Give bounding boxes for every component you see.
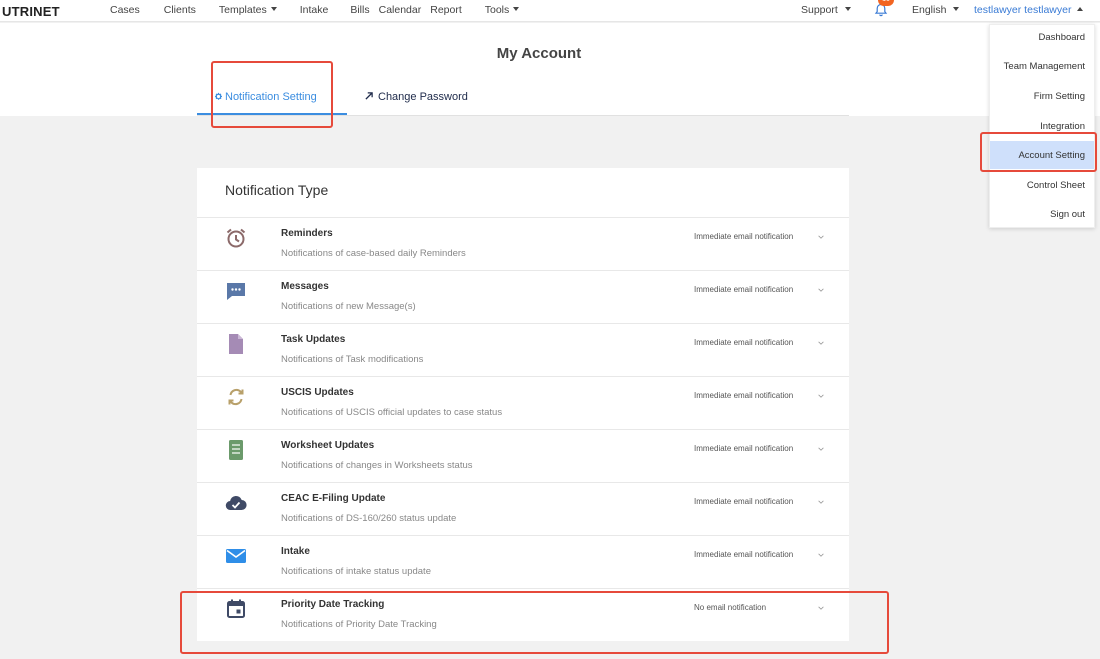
menu-item-account-setting[interactable]: Account Setting [1018, 150, 1085, 161]
notification-row-reminders: Reminders Notifications of case-based da… [197, 218, 849, 271]
menu-item-integration[interactable]: Integration [1040, 121, 1085, 132]
chevron-down-icon[interactable] [817, 604, 825, 612]
main-nav: Cases Clients Templates Intake Bills Cal… [110, 4, 520, 16]
chevron-down-icon [513, 7, 520, 12]
notification-frequency-select[interactable]: Immediate email notification [694, 497, 793, 506]
chevron-down-icon[interactable] [817, 233, 825, 241]
account-header [0, 23, 1100, 116]
row-title: Reminders [281, 228, 333, 239]
notification-row-messages: Messages Notifications of new Message(s)… [197, 271, 849, 324]
notification-frequency-select[interactable]: No email notification [694, 603, 766, 612]
message-bubble-icon [227, 283, 245, 300]
menu-item-firm-setting[interactable]: Firm Setting [1034, 91, 1085, 102]
language-select[interactable]: English [912, 4, 960, 16]
nav-tools[interactable]: Tools [485, 4, 520, 16]
menu-item-control-sheet[interactable]: Control Sheet [1027, 180, 1085, 191]
row-description: Notifications of new Message(s) [281, 301, 416, 312]
chevron-down-icon[interactable] [817, 392, 825, 400]
calendar-icon [227, 599, 245, 618]
notification-row-intake: Intake Notifications of intake status up… [197, 536, 849, 589]
brand-logo[interactable]: UTRINET [2, 4, 60, 19]
page-title: My Account [496, 45, 582, 62]
chevron-down-icon[interactable] [817, 286, 825, 294]
notification-frequency-select[interactable]: Immediate email notification [694, 232, 793, 241]
gear-icon [215, 92, 223, 100]
notification-count-badge: 10 [878, 0, 894, 6]
row-description: Notifications of intake status update [281, 566, 431, 577]
row-description: Notifications of USCIS official updates … [281, 407, 503, 418]
menu-item-sign-out[interactable]: Sign out [1050, 209, 1085, 220]
row-title: Worksheet Updates [281, 440, 375, 451]
row-title: Messages [281, 281, 329, 292]
notification-frequency-select[interactable]: Immediate email notification [694, 338, 793, 347]
active-tab-indicator [197, 113, 347, 115]
nav-templates[interactable]: Templates [219, 4, 277, 16]
nav-calendar[interactable]: Calendar [379, 4, 422, 16]
row-title: Priority Date Tracking [281, 599, 385, 610]
chevron-down-icon[interactable] [817, 498, 825, 506]
row-description: Notifications of Task modifications [281, 354, 424, 365]
nav-intake[interactable]: Intake [300, 4, 329, 16]
top-navbar: UTRINET Cases Clients Templates Intake B… [0, 0, 1100, 22]
notification-frequency-select[interactable]: Immediate email notification [694, 285, 793, 294]
tab-bar-divider [197, 115, 849, 116]
user-dropdown-menu: Dashboard Team Management Firm Setting I… [989, 24, 1095, 228]
chevron-up-icon [1077, 7, 1084, 12]
user-menu-toggle[interactable]: testlawyer testlawyer [974, 4, 1084, 16]
chevron-down-icon[interactable] [817, 339, 825, 347]
notification-frequency-select[interactable]: Immediate email notification [694, 391, 793, 400]
nav-support[interactable]: Support [801, 4, 851, 16]
mail-icon [226, 549, 246, 563]
row-description: Notifications of Priority Date Tracking [281, 619, 437, 630]
notification-type-card: Notification Type Reminders Notification… [197, 168, 849, 641]
menu-item-team-management[interactable]: Team Management [1004, 61, 1085, 72]
menu-item-dashboard[interactable]: Dashboard [1039, 32, 1085, 43]
alarm-clock-icon [226, 228, 246, 248]
notification-row-ceac-efiling: CEAC E-Filing Update Notifications of DS… [197, 483, 849, 536]
chevron-down-icon [844, 7, 851, 12]
row-title: Task Updates [281, 334, 346, 345]
chevron-down-icon[interactable] [817, 445, 825, 453]
worksheet-icon [229, 440, 243, 460]
tab-notification-setting[interactable]: Notification Setting [214, 91, 317, 103]
arrow-icon [365, 92, 373, 100]
row-description: Notifications of case-based daily Remind… [281, 248, 466, 259]
nav-clients[interactable]: Clients [164, 4, 196, 16]
notification-row-task-updates: Task Updates Notifications of Task modif… [197, 324, 849, 377]
notification-row-uscis-updates: USCIS Updates Notifications of USCIS off… [197, 377, 849, 430]
chevron-down-icon [953, 7, 960, 12]
nav-bills[interactable]: Bills [350, 4, 369, 16]
notification-frequency-select[interactable]: Immediate email notification [694, 550, 793, 559]
notification-row-worksheet-updates: Worksheet Updates Notifications of chang… [197, 430, 849, 483]
nav-report[interactable]: Report [430, 4, 462, 16]
chevron-down-icon [270, 7, 277, 12]
tab-change-password[interactable]: Change Password [364, 91, 468, 103]
nav-cases[interactable]: Cases [110, 4, 140, 16]
row-description: Notifications of changes in Worksheets s… [281, 460, 473, 471]
row-title: Intake [281, 546, 310, 557]
cloud-check-icon [225, 495, 247, 511]
refresh-icon [228, 388, 244, 406]
notification-frequency-select[interactable]: Immediate email notification [694, 444, 793, 453]
row-title: CEAC E-Filing Update [281, 493, 386, 504]
row-description: Notifications of DS-160/260 status updat… [281, 513, 457, 524]
chevron-down-icon[interactable] [817, 551, 825, 559]
notification-row-priority-date: Priority Date Tracking Notifications of … [197, 589, 849, 642]
card-title: Notification Type [225, 182, 329, 198]
document-icon [229, 334, 243, 354]
row-title: USCIS Updates [281, 387, 354, 398]
